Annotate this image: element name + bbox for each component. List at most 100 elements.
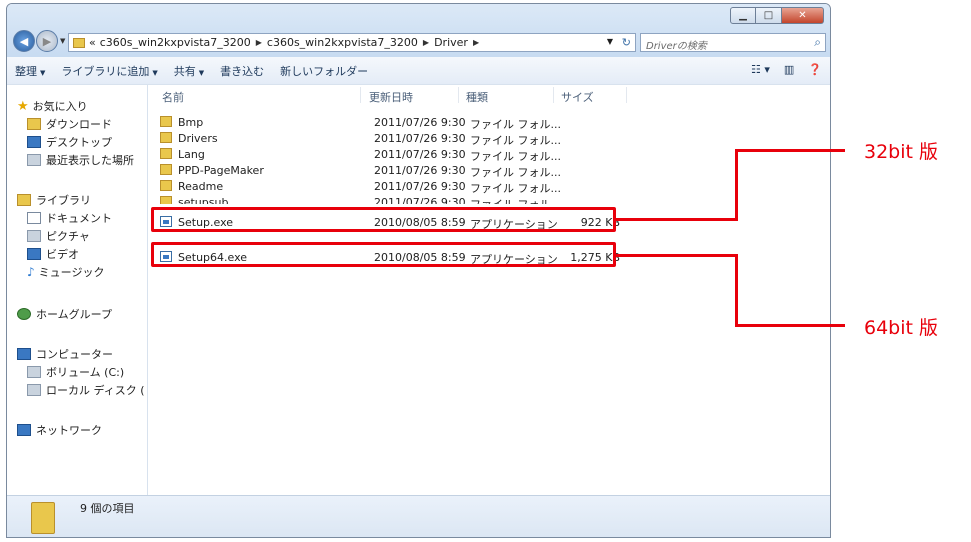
address-overflow-chevron[interactable]: « (89, 36, 96, 49)
refresh-icon[interactable]: ↻ (622, 36, 631, 49)
folder-icon (160, 180, 172, 191)
folder-icon (160, 132, 172, 143)
preview-pane-icon[interactable]: ▥ (784, 63, 794, 76)
breadcrumb-arrow-icon[interactable]: ▶ (423, 38, 429, 47)
sidebar-item-libraries[interactable]: ライブラリ (17, 191, 91, 209)
sidebar-item-documents[interactable]: ドキュメント (27, 209, 112, 227)
column-header-size[interactable]: サイズ (561, 89, 594, 105)
column-divider[interactable] (626, 87, 627, 103)
file-row[interactable]: Bmp 2011/07/26 9:30 ファイル フォル... (158, 115, 628, 131)
sidebar-item-network[interactable]: ネットワーク (17, 421, 102, 439)
column-divider[interactable] (360, 87, 361, 103)
network-icon (17, 424, 31, 436)
close-button[interactable]: ✕ (782, 7, 824, 24)
window-controls: ▁ □ ✕ (730, 7, 824, 24)
sidebar-item-desktop[interactable]: デスクトップ (27, 133, 112, 151)
recent-places-icon (27, 154, 41, 166)
file-name: Readme (178, 180, 224, 193)
sidebar-item-computer[interactable]: コンピューター (17, 345, 113, 363)
search-input[interactable]: Driverの検索 ⌕ (640, 33, 826, 52)
column-header-type[interactable]: 種類 (466, 89, 488, 105)
file-row[interactable]: PPD-PageMaker 2011/07/26 9:30 ファイル フォル..… (158, 163, 628, 179)
sidebar-item-pictures[interactable]: ピクチャ (27, 227, 90, 245)
file-row[interactable]: Drivers 2011/07/26 9:30 ファイル フォル... (158, 131, 628, 147)
caret-down-icon: ▼ (198, 68, 205, 77)
column-divider[interactable] (553, 87, 554, 103)
file-list: 名前 更新日時 種類 サイズ Bmp 2011/07/26 9:30 ファイル … (148, 85, 830, 495)
recent-pages-dropdown-icon[interactable]: ▼ (60, 37, 65, 45)
folder-icon (160, 116, 172, 127)
file-name: Lang (178, 148, 205, 161)
search-icon[interactable]: ⌕ (814, 35, 821, 50)
file-name: Drivers (178, 132, 218, 145)
file-type: ファイル フォル... (470, 134, 561, 147)
file-type: ファイル フォル... (470, 150, 561, 163)
sidebar-item-favorites[interactable]: ★ お気に入り (17, 97, 88, 115)
view-controls: ☷ ▾ ▥ ❓ (751, 63, 822, 76)
breadcrumb-segment[interactable]: Driver (434, 36, 468, 49)
organize-menu[interactable]: 整理 ▼ (7, 63, 53, 79)
sidebar-item-homegroup[interactable]: ホームグループ (17, 305, 112, 323)
breadcrumb-segment[interactable]: c360s_win2kxpvista7_3200 (100, 36, 251, 49)
file-date: 2011/07/26 9:30 (374, 196, 466, 204)
sidebar-item-recent[interactable]: 最近表示した場所 (27, 151, 134, 169)
burn-button[interactable]: 書き込む (212, 63, 272, 79)
callout-line (615, 254, 737, 257)
add-to-library-menu[interactable]: ライブラリに追加 ▼ (53, 63, 165, 79)
column-divider[interactable] (458, 87, 459, 103)
search-placeholder: Driverの検索 (646, 41, 707, 52)
desktop-icon (27, 136, 41, 148)
help-icon[interactable]: ❓ (808, 63, 822, 76)
sidebar-item-music[interactable]: ♪ ミュージック (27, 263, 104, 281)
share-menu[interactable]: 共有 ▼ (166, 63, 212, 79)
address-bar[interactable]: « c360s_win2kxpvista7_3200 ▶ c360s_win2k… (68, 33, 636, 52)
item-count: 9 個の項目 (80, 502, 135, 515)
column-header-name[interactable]: 名前 (162, 89, 184, 105)
highlight-32bit (151, 207, 616, 232)
callout-64bit: 64bit 版 (864, 317, 939, 339)
forward-button[interactable]: ▶ (36, 30, 58, 52)
column-header-modified[interactable]: 更新日時 (369, 89, 413, 105)
documents-icon (27, 212, 41, 224)
breadcrumb-arrow-icon[interactable]: ▶ (256, 38, 262, 47)
view-options-icon[interactable]: ☷ ▾ (751, 63, 770, 76)
folder-icon (160, 164, 172, 175)
file-row[interactable]: Readme 2011/07/26 9:30 ファイル フォル... (158, 179, 628, 195)
homegroup-icon (17, 308, 31, 320)
file-row[interactable]: setupsub 2011/07/26 9:30 ファイル フォル... (158, 195, 628, 204)
breadcrumb-arrow-icon[interactable]: ▶ (473, 38, 479, 47)
breadcrumb-segment[interactable]: c360s_win2kxpvista7_3200 (267, 36, 418, 49)
file-date: 2011/07/26 9:30 (374, 164, 466, 177)
file-date: 2011/07/26 9:30 (374, 180, 466, 193)
file-name: PPD-PageMaker (178, 164, 264, 177)
callout-line (735, 324, 845, 327)
new-folder-button[interactable]: 新しいフォルダー (272, 63, 376, 79)
back-button[interactable]: ◀ (13, 30, 35, 52)
title-bar: ▁ □ ✕ ◀ ▶ ▼ « c360s_win2kxpvista7_3200 ▶… (7, 4, 830, 57)
sidebar-item-local-disk[interactable]: ローカル ディスク ( (27, 381, 145, 399)
pictures-icon (27, 230, 41, 242)
file-name: setupsub (178, 196, 229, 204)
address-dropdown-icon[interactable]: ▼ (607, 37, 613, 46)
callout-line (735, 149, 738, 221)
sidebar-item-downloads[interactable]: ダウンロード (27, 115, 112, 133)
caret-down-icon: ▼ (152, 68, 158, 77)
command-bar: 整理 ▼ ライブラリに追加 ▼ 共有 ▼ 書き込む 新しいフォルダー ☷ ▾ ▥ ❓ (7, 57, 830, 85)
drive-icon (27, 384, 41, 396)
minimize-button[interactable]: ▁ (730, 7, 756, 24)
sidebar-item-videos[interactable]: ビデオ (27, 245, 79, 263)
callout-line (735, 254, 738, 327)
file-name: Bmp (178, 116, 204, 129)
callout-line (615, 218, 737, 221)
folder-icon (31, 502, 55, 534)
callout-line (735, 149, 845, 152)
file-date: 2011/07/26 9:30 (374, 148, 466, 161)
file-date: 2011/07/26 9:30 (374, 132, 466, 145)
folder-icon (73, 37, 85, 48)
drive-icon (27, 366, 41, 378)
file-type: ファイル フォル... (470, 118, 561, 131)
sidebar-item-volume-c[interactable]: ボリューム (C:) (27, 363, 124, 381)
maximize-button[interactable]: □ (756, 7, 782, 24)
file-row[interactable]: Lang 2011/07/26 9:30 ファイル フォル... (158, 147, 628, 163)
folder-icon (160, 148, 172, 159)
